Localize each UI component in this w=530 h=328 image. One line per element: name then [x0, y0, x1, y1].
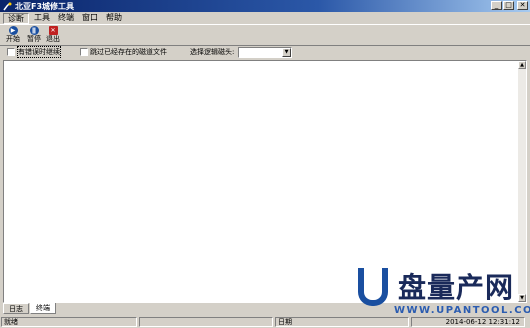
menu-terminal[interactable]: 终端: [54, 12, 78, 24]
vertical-scrollbar[interactable]: ▲ ▼: [518, 61, 526, 302]
start-icon: ▶: [8, 26, 18, 35]
watermark-logo: [358, 268, 388, 306]
log-area[interactable]: ▲ ▼: [3, 60, 527, 303]
start-label: 开始: [6, 35, 20, 43]
start-button[interactable]: ▶ 开始: [5, 26, 21, 46]
options-bar: 有错误时继续 跳过已经存在的磁道文件 选择逻辑磁头: ▼: [0, 46, 530, 60]
pause-button[interactable]: ǁ 暂停: [26, 26, 42, 46]
watermark-url: WWW.UPANTOOL.COM: [394, 305, 530, 316]
logical-head-label: 选择逻辑磁头:: [190, 48, 235, 56]
status-ready: 就绪: [1, 317, 137, 327]
chevron-down-icon[interactable]: ▼: [282, 48, 291, 57]
status-date-label: 日期: [275, 317, 409, 327]
minimize-button[interactable]: _: [491, 1, 502, 10]
title-bar: 北亚F3城修工具 _ □ ✕: [0, 0, 530, 12]
continue-on-error-checkbox[interactable]: [7, 48, 15, 56]
close-button[interactable]: ✕: [517, 1, 528, 10]
skip-existing-checkbox[interactable]: [80, 48, 88, 56]
status-datetime: 2014-06-12 12:31:12: [411, 317, 525, 327]
menu-window[interactable]: 窗口: [78, 12, 102, 24]
toolbar: ▶ 开始 ǁ 暂停 ✕ 退出: [0, 24, 530, 46]
exit-label: 退出: [46, 35, 60, 43]
pause-icon: ǁ: [29, 26, 39, 35]
exit-button[interactable]: ✕ 退出: [45, 26, 61, 46]
window-controls: _ □ ✕: [491, 1, 528, 10]
watermark: 盘量产网 WWW.UPANTOOL.COM: [358, 268, 530, 318]
maximize-button[interactable]: □: [503, 1, 514, 10]
tab-log[interactable]: 日志: [3, 303, 29, 314]
status-empty: [139, 317, 273, 327]
app-icon: [3, 1, 12, 11]
menu-help[interactable]: 帮助: [102, 12, 126, 24]
window-title: 北亚F3城修工具: [15, 1, 75, 11]
exit-icon: ✕: [48, 26, 58, 35]
skip-existing-label: 跳过已经存在的磁道文件: [90, 48, 167, 56]
bottom-tabs: 日志 终端: [3, 303, 57, 315]
continue-on-error-label: 有错误时继续: [17, 46, 61, 58]
pause-label: 暂停: [27, 35, 41, 43]
menu-bar: 诊断 工具 终端 窗口 帮助: [0, 12, 530, 24]
watermark-text: 盘量产网: [398, 271, 515, 304]
tab-terminal[interactable]: 终端: [30, 303, 56, 314]
status-bar: 就绪 日期 2014-06-12 12:31:12: [0, 316, 530, 328]
menu-diagnose[interactable]: 诊断: [3, 12, 29, 24]
scroll-up-icon[interactable]: ▲: [518, 61, 526, 69]
menu-tools[interactable]: 工具: [30, 12, 54, 24]
logical-head-select[interactable]: ▼: [238, 47, 292, 58]
